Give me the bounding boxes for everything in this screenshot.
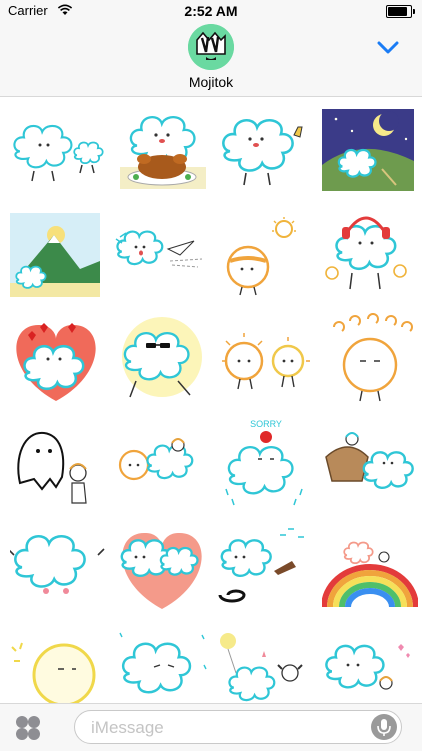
sticker-cloud-with-headphones[interactable] — [322, 209, 418, 305]
microphone-icon[interactable] — [371, 714, 397, 740]
sticker-cloud-holding-small-cloud[interactable] — [10, 105, 106, 201]
sorry-text: SORRY — [250, 419, 282, 429]
sticker-cloud-mountain-sunrise[interactable] — [10, 209, 106, 305]
app-header: Mojitok — [0, 22, 422, 97]
app-name: Mojitok — [188, 74, 234, 90]
sticker-sun-cloud-friends[interactable] — [114, 417, 210, 513]
message-field[interactable] — [74, 710, 402, 744]
app-drawer-icon[interactable] — [14, 714, 42, 742]
sticker-cloud-hair-dryer[interactable] — [218, 521, 314, 617]
sticker-cloud-rain-sad[interactable] — [114, 625, 210, 703]
sticker-cloud-throwing-paper-plane[interactable] — [114, 209, 210, 305]
battery-icon — [386, 5, 415, 18]
sticker-two-suns[interactable] — [218, 313, 314, 409]
sticker-cloud-pink-hearts[interactable] — [322, 625, 418, 703]
sticker-cloud-with-roast-turkey[interactable] — [114, 105, 210, 201]
sticker-cloud-sorry-apple[interactable]: SORRY — [218, 417, 314, 513]
sticker-cloud-pointing-up[interactable] — [218, 105, 314, 201]
sticker-sun-ball-headband[interactable] — [218, 209, 314, 305]
chevron-down-icon[interactable] — [376, 40, 400, 56]
sticker-cloud-red-hearts[interactable] — [10, 313, 106, 409]
status-time: 2:52 AM — [184, 3, 238, 19]
sticker-grid: SORRY — [0, 97, 422, 703]
sticker-yellow-moon-ball[interactable] — [10, 625, 106, 703]
sticker-cloud-with-bowl[interactable] — [322, 417, 418, 513]
sticker-ghost-and-child[interactable] — [10, 417, 106, 513]
sticker-cloud-night-moon[interactable] — [322, 105, 418, 201]
sticker-curly-hair-ball[interactable] — [322, 313, 418, 409]
sticker-cloud-balloon-dog[interactable] — [218, 625, 314, 703]
sticker-cloud-heart-bandage[interactable] — [114, 521, 210, 617]
app-icon[interactable] — [188, 24, 234, 70]
sticker-cloud-rainbow[interactable] — [321, 521, 419, 617]
message-bar — [0, 703, 422, 751]
status-bar: Carrier 2:52 AM — [0, 0, 422, 22]
sticker-cloud-sunglasses[interactable] — [114, 313, 210, 409]
message-input[interactable] — [89, 717, 363, 739]
sticker-cloud-arms-open[interactable] — [7, 521, 106, 617]
